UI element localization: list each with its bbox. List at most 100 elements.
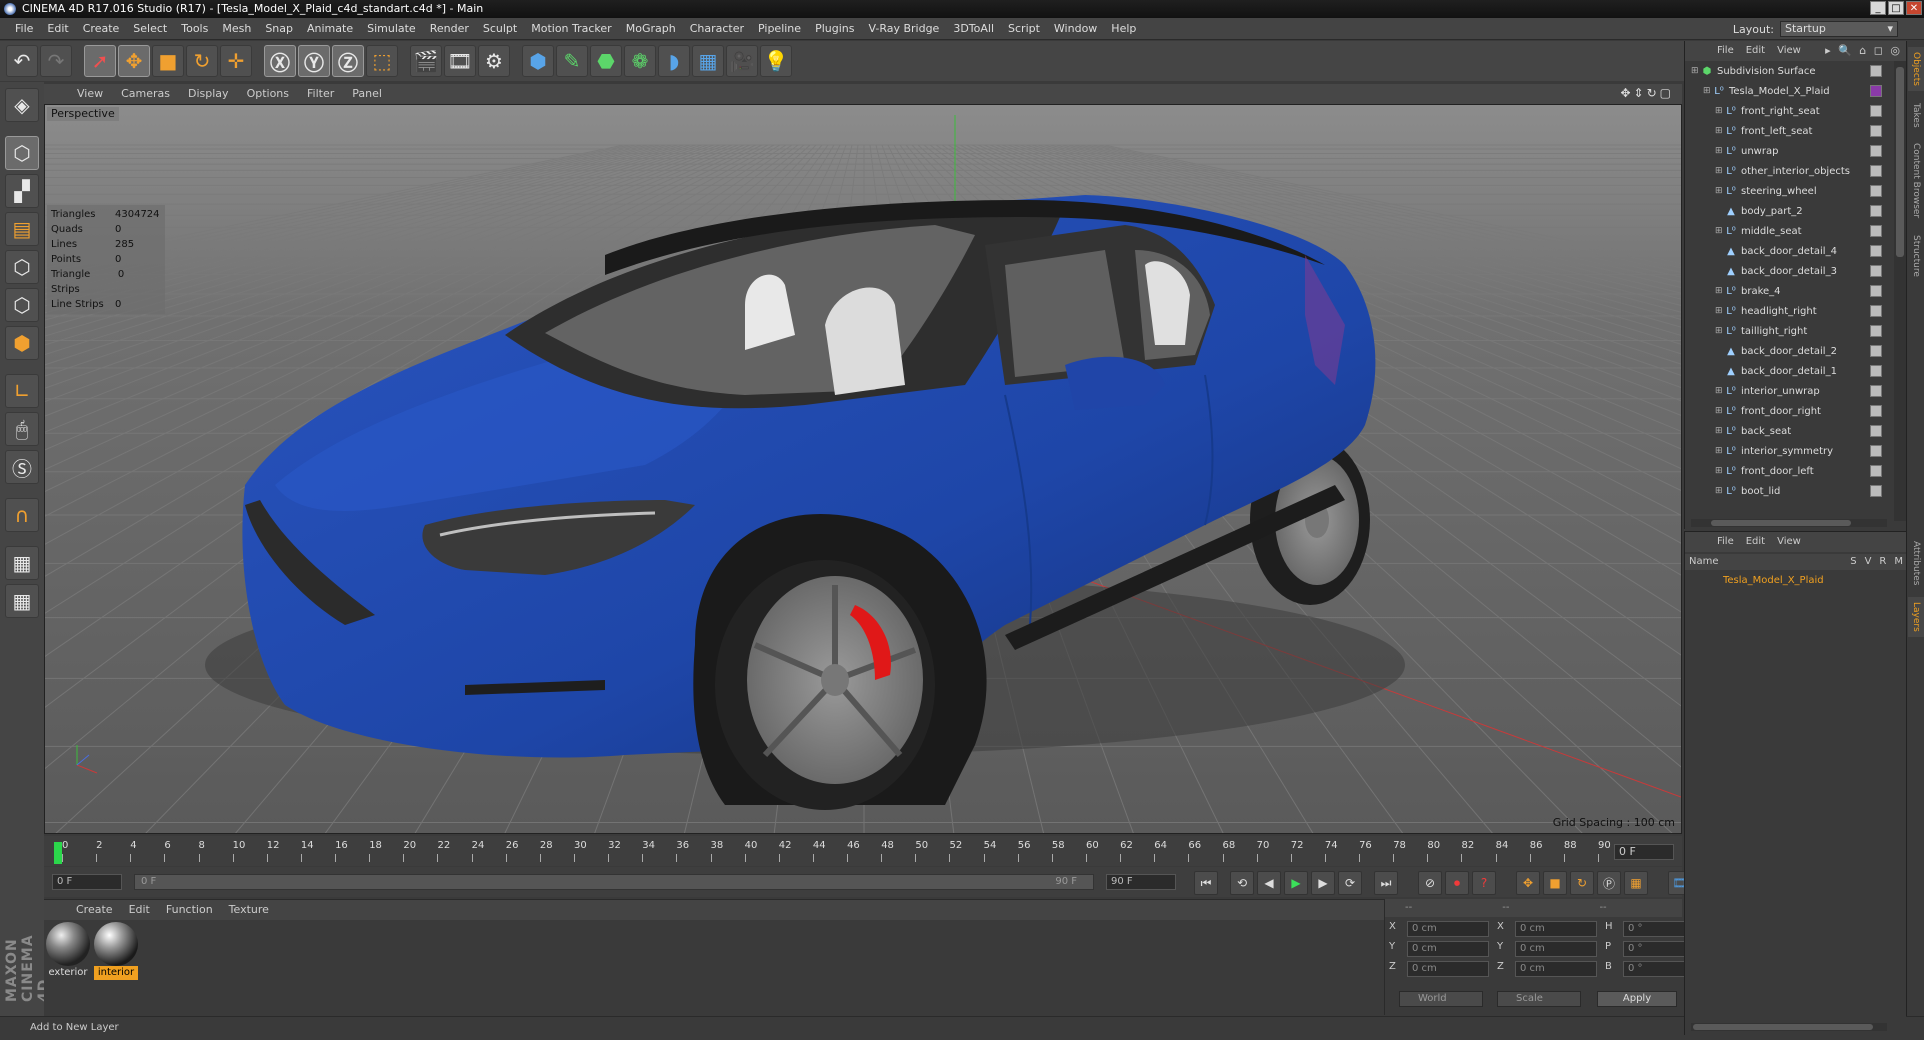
object-row[interactable]: ⊞ L⁰ headlight_right [1685, 301, 1890, 321]
expand-toggle-icon[interactable]: ⊞ [1715, 186, 1725, 196]
object-row[interactable]: ⊞ L⁰ back_seat [1685, 421, 1890, 441]
layers-menu-edit[interactable]: Edit [1740, 532, 1771, 552]
scale-tool-icon[interactable]: ■ [152, 45, 184, 77]
workplane-align-icon[interactable]: ▦ [5, 584, 39, 618]
viewport-menu-panel[interactable]: Panel [343, 84, 391, 104]
object-row[interactable]: ⊞ L⁰ interior_unwrap [1685, 381, 1890, 401]
viewport-menu-filter[interactable]: Filter [298, 84, 343, 104]
expand-toggle-icon[interactable]: ⊞ [1715, 446, 1725, 456]
tab-content-browser[interactable]: Content Browser [1908, 139, 1924, 223]
material-exterior[interactable]: exterior [46, 922, 90, 982]
camera-icon[interactable]: 🎥 [726, 45, 758, 77]
position-z-field[interactable]: 0 cm [1407, 961, 1489, 977]
material-menu-create[interactable]: Create [68, 900, 121, 920]
timeline-ruler[interactable]: 0 2 4 6 8 10 12 14 16 18 20 22 24 26 28 30 32 34 36 38 40 42 4… [54, 840, 1611, 864]
coordinate-system-icon[interactable]: ⬚ [366, 45, 398, 77]
coordinate-mode-dropdown[interactable]: World [1399, 991, 1483, 1007]
expand-toggle-icon[interactable]: ⊞ [1691, 66, 1701, 76]
expand-toggle-icon[interactable]: ⊞ [1715, 166, 1725, 176]
next-frame-icon[interactable]: ▶ [1311, 871, 1335, 895]
floor-environment-icon[interactable]: ▦ [692, 45, 724, 77]
viewport-menu-cameras[interactable]: Cameras [112, 84, 179, 104]
apply-button[interactable]: Apply [1597, 991, 1677, 1007]
undo-icon[interactable]: ↶ [6, 45, 38, 77]
object-row[interactable]: ⊞ L⁰ unwrap [1685, 141, 1890, 161]
tab-takes[interactable]: Takes [1908, 97, 1924, 133]
mograph-cloner-icon[interactable]: ❁ [624, 45, 656, 77]
object-row[interactable]: ▲ body_part_2 [1685, 201, 1890, 221]
expand-toggle-icon[interactable]: ⊞ [1715, 466, 1725, 476]
viewport-navigation-icons[interactable]: ✥⇕↻▢ [1620, 86, 1674, 100]
visibility-toggle-icon[interactable] [1870, 325, 1882, 337]
redo-icon[interactable]: ↷ [40, 45, 72, 77]
position-y-field[interactable]: 0 cm [1407, 941, 1489, 957]
visibility-toggle-icon[interactable] [1870, 165, 1882, 177]
expand-toggle-icon[interactable]: ⊞ [1715, 146, 1725, 156]
menu-window[interactable]: Window [1047, 18, 1104, 40]
visibility-toggle-icon[interactable] [1870, 425, 1882, 437]
visibility-toggle-icon[interactable] [1870, 125, 1882, 137]
key-pla-icon[interactable]: ▦ [1624, 871, 1648, 895]
tab-structure[interactable]: Structure [1908, 229, 1924, 283]
layers-menu-file[interactable]: File [1711, 532, 1740, 552]
z-axis-lock-icon[interactable]: Ⓩ [332, 45, 364, 77]
model-mode-icon[interactable]: ⬡ [5, 136, 39, 170]
menu-vray-bridge[interactable]: V-Ray Bridge [861, 18, 946, 40]
current-frame-field[interactable]: 0 F [1614, 844, 1674, 860]
rotate-tool-icon[interactable]: ↻ [186, 45, 218, 77]
object-row[interactable]: ⊞ L⁰ brake_4 [1685, 281, 1890, 301]
expand-toggle-icon[interactable]: ⊞ [1715, 126, 1725, 136]
expand-toggle-icon[interactable]: ⊞ [1715, 106, 1725, 116]
timeline-playhead[interactable] [54, 842, 62, 864]
visibility-toggle-icon[interactable] [1870, 205, 1882, 217]
maximize-button[interactable]: □ [1888, 1, 1904, 15]
x-axis-lock-icon[interactable]: Ⓧ [264, 45, 296, 77]
size-z-field[interactable]: 0 cm [1515, 961, 1597, 977]
expand-toggle-icon[interactable]: ⊞ [1715, 286, 1725, 296]
expand-toggle-icon[interactable]: ⊞ [1703, 86, 1713, 96]
material-menu-edit[interactable]: Edit [121, 900, 158, 920]
object-row[interactable]: ⊞ L⁰ front_door_right [1685, 401, 1890, 421]
object-row[interactable]: ⊞ L⁰ taillight_right [1685, 321, 1890, 341]
go-to-end-icon[interactable]: ⏭ [1374, 871, 1398, 895]
snapping-icon[interactable]: Ⓢ [5, 450, 39, 484]
objects-menu-file[interactable]: File [1711, 41, 1740, 61]
object-row[interactable]: ▲ back_door_detail_2 [1685, 341, 1890, 361]
y-axis-lock-icon[interactable]: Ⓨ [298, 45, 330, 77]
axis-mode-icon[interactable]: ∟ [5, 374, 39, 408]
object-row[interactable]: ⊞ L⁰ Tesla_Model_X_Plaid [1685, 81, 1890, 101]
visibility-toggle-icon[interactable] [1870, 285, 1882, 297]
object-row[interactable]: ⊞ L⁰ front_right_seat [1685, 101, 1890, 121]
menu-help[interactable]: Help [1104, 18, 1143, 40]
key-scale-icon[interactable]: ■ [1543, 871, 1567, 895]
key-parameter-icon[interactable]: Ⓟ [1597, 871, 1621, 895]
tweak-mode-icon[interactable]: 🖱 [5, 412, 39, 446]
object-row[interactable]: ⊞ L⁰ interior_symmetry [1685, 441, 1890, 461]
object-manager-tool-icons[interactable]: ▸ 🔍 ⌂ ◻ ◎ [1825, 44, 1902, 57]
cube-primitive-icon[interactable]: ⬢ [522, 45, 554, 77]
visibility-toggle-icon[interactable] [1870, 445, 1882, 457]
play-icon[interactable]: ▶ [1284, 871, 1308, 895]
menu-snap[interactable]: Snap [258, 18, 300, 40]
key-rotation-icon[interactable]: ↻ [1570, 871, 1594, 895]
menu-mograph[interactable]: MoGraph [619, 18, 683, 40]
expand-toggle-icon[interactable]: ⊞ [1715, 426, 1725, 436]
objects-menu-view[interactable]: View [1771, 41, 1807, 61]
menu-mesh[interactable]: Mesh [215, 18, 258, 40]
rotation-b-field[interactable]: 0 ° [1623, 961, 1693, 977]
menu-script[interactable]: Script [1001, 18, 1047, 40]
layers-menu-view[interactable]: View [1771, 532, 1807, 552]
edges-mode-icon[interactable]: ⬡ [5, 288, 39, 322]
visibility-toggle-icon[interactable] [1870, 265, 1882, 277]
menu-pipeline[interactable]: Pipeline [751, 18, 808, 40]
perspective-viewport[interactable]: Perspective Triangles 4304724 Quads 0 Line… [44, 104, 1682, 834]
points-mode-icon[interactable]: ⬡ [5, 250, 39, 284]
texture-mode-icon[interactable]: ▞ [5, 174, 39, 208]
layer-manager-hscrollbar[interactable] [1691, 1023, 1887, 1031]
object-row[interactable]: ▲ back_door_detail_3 [1685, 261, 1890, 281]
menu-create[interactable]: Create [76, 18, 127, 40]
previous-frame-icon[interactable]: ◀ [1257, 871, 1281, 895]
next-key-icon[interactable]: ⟳ [1338, 871, 1362, 895]
layout-dropdown[interactable]: Startup [1780, 21, 1898, 37]
menu-select[interactable]: Select [126, 18, 174, 40]
